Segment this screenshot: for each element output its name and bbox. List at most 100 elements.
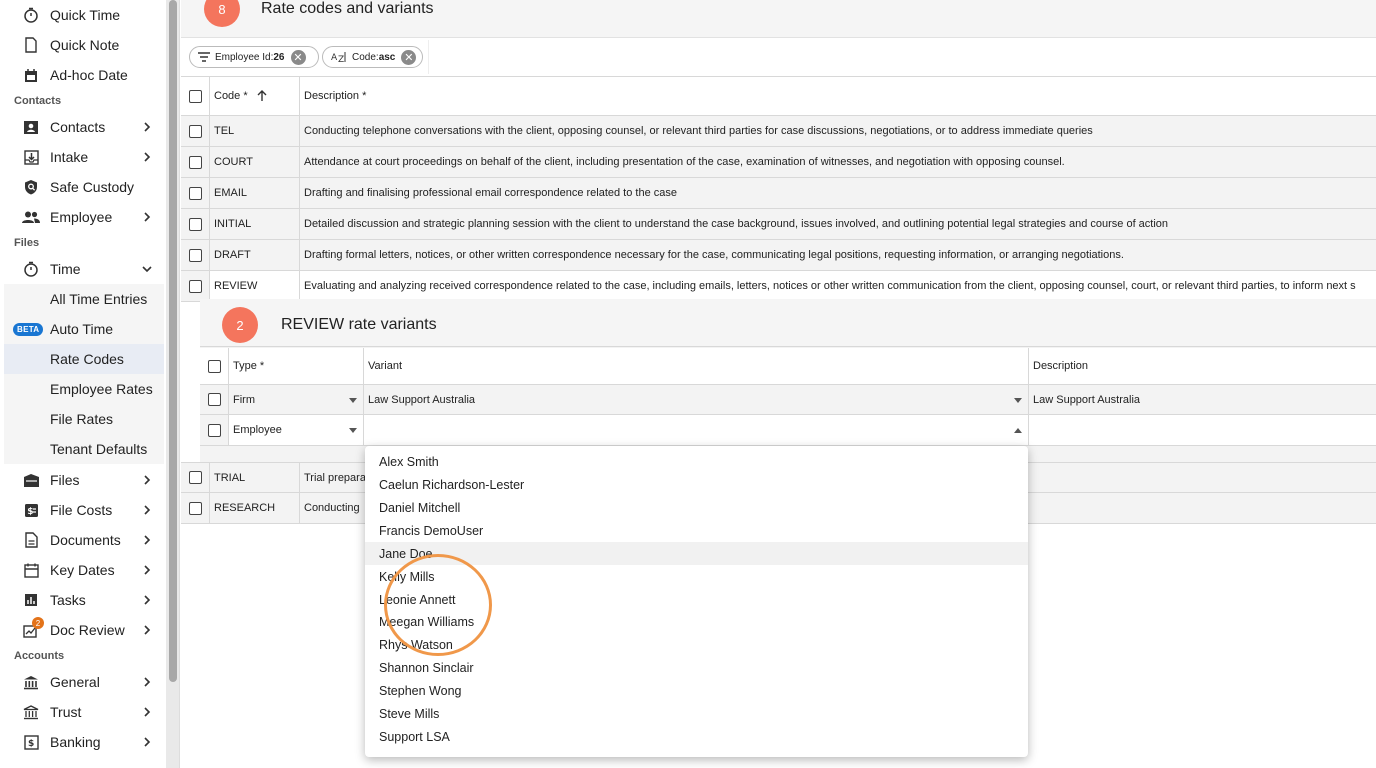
files-icon bbox=[21, 471, 41, 489]
type-select[interactable]: Firm bbox=[229, 385, 364, 414]
sidebar-item-auto-time[interactable]: BETA Auto Time bbox=[4, 314, 164, 344]
calendar-outline-icon bbox=[21, 561, 41, 579]
dropdown-option[interactable]: Steve Mills bbox=[365, 702, 1028, 725]
description-cell[interactable]: Drafting formal letters, notices, or oth… bbox=[300, 240, 1376, 270]
dropdown-option[interactable]: Meegan Williams bbox=[365, 610, 1028, 633]
column-header-variant[interactable]: Variant bbox=[364, 348, 1029, 384]
variant-description-cell[interactable] bbox=[1029, 415, 1376, 445]
sidebar-item-documents[interactable]: Documents bbox=[4, 525, 164, 555]
sidebar-item-key-dates[interactable]: Key Dates bbox=[4, 555, 164, 585]
sidebar-item-all-time-entries[interactable]: All Time Entries bbox=[4, 284, 164, 314]
table-row[interactable]: EMAIL Drafting and finalising profession… bbox=[181, 178, 1376, 209]
sidebar-item-quick-note[interactable]: Quick Note bbox=[4, 30, 164, 60]
sidebar-item-employee[interactable]: Employee bbox=[4, 202, 164, 232]
row-checkbox[interactable] bbox=[188, 155, 202, 169]
table-row[interactable]: INITIAL Detailed discussion and strategi… bbox=[181, 209, 1376, 240]
code-cell[interactable]: COURT bbox=[210, 147, 300, 177]
variants-step-badge: 2 bbox=[222, 307, 258, 343]
table-row[interactable]: COURT Attendance at court proceedings on… bbox=[181, 147, 1376, 178]
description-cell[interactable]: Drafting and finalising professional ema… bbox=[300, 178, 1376, 208]
sidebar-item-banking[interactable]: $ Banking bbox=[4, 727, 164, 757]
variants-header-row: Type * Variant Description bbox=[200, 348, 1376, 385]
variant-select-open[interactable] bbox=[364, 415, 1029, 445]
sidebar-item-contacts[interactable]: Contacts bbox=[4, 112, 164, 142]
sidebar-item-doc-review[interactable]: 2 Doc Review bbox=[4, 615, 164, 645]
variant-row[interactable]: Firm Law Support Australia Law Support A… bbox=[200, 385, 1376, 415]
sidebar-item-quick-time[interactable]: Quick Time bbox=[4, 0, 164, 30]
sidebar-item-safe-custody[interactable]: Safe Custody bbox=[4, 172, 164, 202]
table-row[interactable]: TEL Conducting telephone conversations w… bbox=[181, 116, 1376, 147]
dropdown-option[interactable]: Francis DemoUser bbox=[365, 519, 1028, 542]
sidebar-item-tasks[interactable]: Tasks bbox=[4, 585, 164, 615]
sidebar-item-file-costs[interactable]: $ File Costs bbox=[4, 495, 164, 525]
dropdown-option[interactable]: Rhys Watson bbox=[365, 633, 1028, 656]
section-header-contacts: Contacts bbox=[14, 95, 62, 107]
row-check-cell bbox=[200, 415, 229, 445]
code-cell[interactable]: RESEARCH bbox=[210, 493, 300, 523]
svg-text:Z: Z bbox=[338, 55, 344, 63]
banking-icon: $ bbox=[21, 733, 41, 751]
sidebar-item-adhoc-date[interactable]: Ad-hoc Date bbox=[4, 60, 164, 90]
sidebar-scrollbar-thumb[interactable] bbox=[169, 0, 177, 682]
code-cell[interactable]: EMAIL bbox=[210, 178, 300, 208]
table-row[interactable]: DRAFT Drafting formal letters, notices, … bbox=[181, 240, 1376, 271]
remove-filter-icon[interactable]: ✕ bbox=[290, 49, 306, 65]
type-select[interactable]: Employee bbox=[229, 415, 364, 445]
select-all-checkbox[interactable] bbox=[188, 89, 202, 103]
dropdown-option[interactable]: Caelun Richardson-Lester bbox=[365, 473, 1028, 496]
row-checkbox[interactable] bbox=[188, 501, 202, 515]
description-cell[interactable]: Evaluating and analyzing received corres… bbox=[300, 271, 1376, 301]
variant-description-cell[interactable]: Law Support Australia bbox=[1029, 385, 1376, 414]
column-header-type[interactable]: Type * bbox=[229, 348, 364, 384]
sidebar-item-employee-rates[interactable]: Employee Rates bbox=[4, 374, 164, 404]
sidebar-item-time[interactable]: Time bbox=[4, 254, 164, 284]
dropdown-option[interactable]: Shannon Sinclair bbox=[365, 656, 1028, 679]
column-header-code[interactable]: Code * bbox=[210, 77, 300, 115]
chevron-right-icon bbox=[144, 625, 151, 635]
description-cell[interactable]: Conducting telephone conversations with … bbox=[300, 116, 1376, 146]
code-cell[interactable]: TEL bbox=[210, 116, 300, 146]
table-row-expanded[interactable]: REVIEW Evaluating and analyzing received… bbox=[181, 271, 1376, 302]
row-checkbox[interactable] bbox=[188, 217, 202, 231]
code-cell[interactable]: REVIEW bbox=[210, 271, 300, 301]
sidebar-item-file-rates[interactable]: File Rates bbox=[4, 404, 164, 434]
cost-icon: $ bbox=[21, 501, 41, 519]
sidebar-item-tenant-defaults[interactable]: Tenant Defaults bbox=[4, 434, 164, 464]
row-checkbox[interactable] bbox=[188, 124, 202, 138]
dropdown-option[interactable]: Alex Smith bbox=[365, 450, 1028, 473]
select-all-checkbox[interactable] bbox=[207, 359, 221, 373]
row-checkbox[interactable] bbox=[188, 186, 202, 200]
description-cell[interactable]: Attendance at court proceedings on behal… bbox=[300, 147, 1376, 177]
sidebar-item-trust[interactable]: Trust bbox=[4, 697, 164, 727]
variants-title: REVIEW rate variants bbox=[281, 316, 437, 333]
dropdown-option[interactable]: Support LSA bbox=[365, 725, 1028, 748]
row-checkbox[interactable] bbox=[188, 279, 202, 293]
chevron-right-icon bbox=[144, 505, 151, 515]
description-cell[interactable]: Detailed discussion and strategic planni… bbox=[300, 209, 1376, 239]
row-checkbox[interactable] bbox=[207, 423, 221, 437]
row-check-cell bbox=[181, 116, 210, 146]
dropdown-option[interactable]: Kelly Mills bbox=[365, 565, 1028, 588]
sidebar-item-files[interactable]: Files bbox=[4, 465, 164, 495]
dropdown-option-hovered[interactable]: Jane Doe bbox=[365, 542, 1028, 565]
dropdown-option[interactable]: Daniel Mitchell bbox=[365, 496, 1028, 519]
column-header-description[interactable]: Description bbox=[1029, 348, 1376, 384]
filter-chip-employee[interactable]: Employee Id:26 ✕ bbox=[189, 46, 319, 68]
dropdown-option[interactable]: Stephen Wong bbox=[365, 679, 1028, 702]
remove-sort-icon[interactable]: ✕ bbox=[401, 49, 417, 65]
row-checkbox[interactable] bbox=[207, 393, 221, 406]
sort-chip-code[interactable]: AZ Code:asc ✕ bbox=[322, 46, 423, 68]
code-cell[interactable]: INITIAL bbox=[210, 209, 300, 239]
column-header-description[interactable]: Description * bbox=[300, 77, 1376, 115]
variant-select[interactable]: Law Support Australia bbox=[364, 385, 1029, 414]
row-checkbox[interactable] bbox=[188, 248, 202, 262]
row-checkbox[interactable] bbox=[188, 471, 202, 484]
dropdown-option[interactable]: Leonie Annett bbox=[365, 588, 1028, 611]
variant-row-editing[interactable]: Employee bbox=[200, 415, 1376, 446]
code-cell[interactable]: DRAFT bbox=[210, 240, 300, 270]
sidebar-item-intake[interactable]: Intake bbox=[4, 142, 164, 172]
sidebar-item-general[interactable]: General bbox=[4, 667, 164, 697]
table-header-row: Code * Description * bbox=[181, 76, 1376, 116]
sidebar-item-rate-codes[interactable]: Rate Codes bbox=[4, 344, 164, 374]
code-cell[interactable]: TRIAL bbox=[210, 463, 300, 492]
